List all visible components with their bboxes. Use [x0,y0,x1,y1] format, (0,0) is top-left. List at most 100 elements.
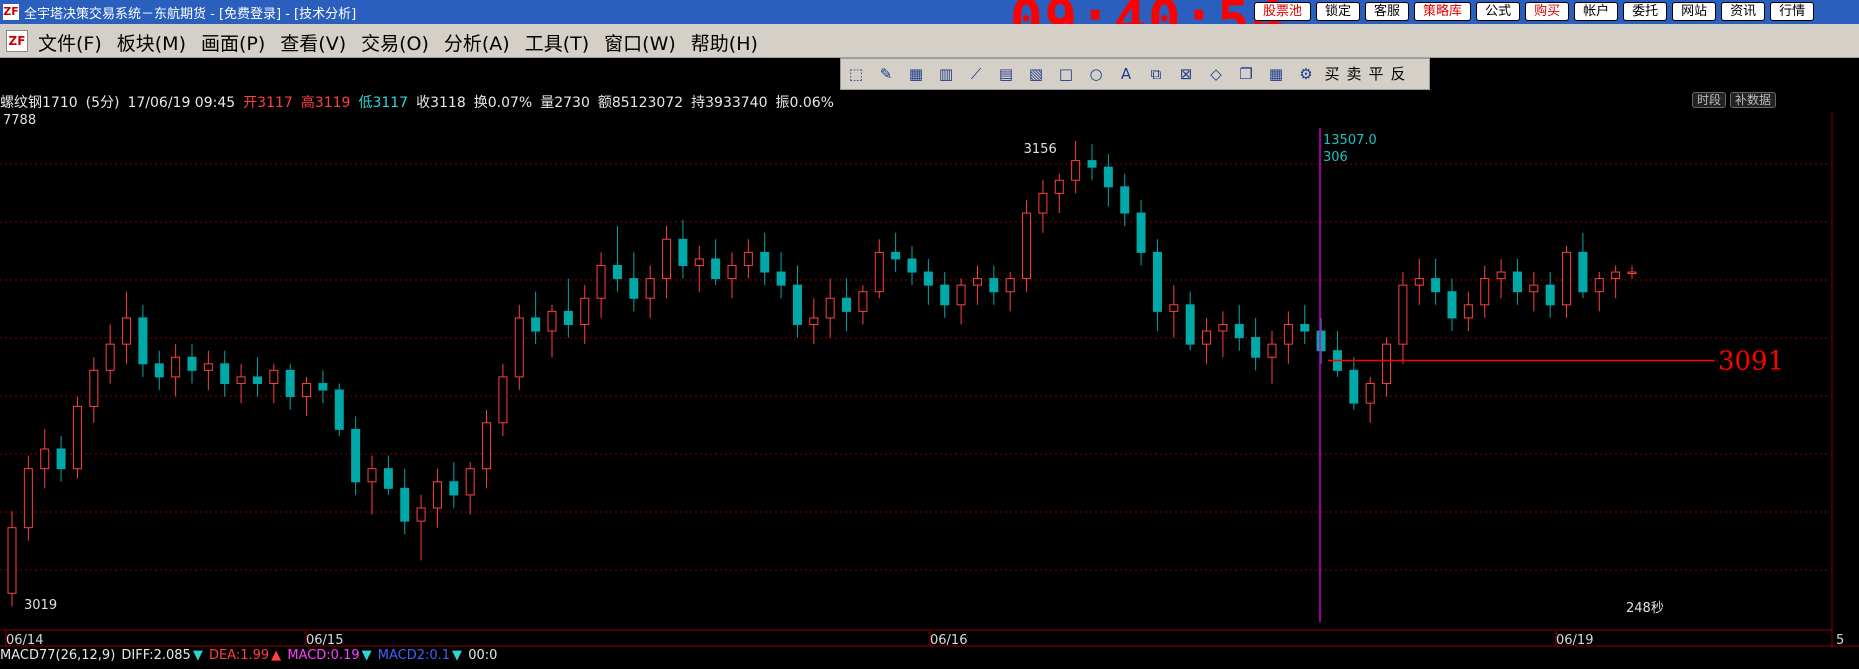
text-icon[interactable]: A [1111,59,1141,89]
candle-body [154,363,164,378]
grid-icon[interactable]: ▦ [901,59,931,89]
top-button[interactable]: 购买 [1525,2,1570,21]
menu-item[interactable]: 帮助(H) [691,29,758,56]
close-price: 收3118 [416,95,466,111]
trade-text-button[interactable]: 买 [1321,59,1343,89]
trade-text-button[interactable]: 反 [1387,59,1409,89]
candle-body [1382,343,1392,384]
candlestick-chart[interactable]: 13507.0 306 3091 3156 3019 248秒 06/14 06/15 06/1… [0,112,1859,648]
rect-icon[interactable]: □ [1051,59,1081,89]
candle-body [7,527,17,594]
top-button[interactable]: 股票池 [1254,2,1312,21]
candle-body [302,382,312,398]
menu-item[interactable]: 交易(O) [361,29,429,56]
candle-body [694,258,704,266]
date-label: 06/15 [306,633,343,648]
top-button[interactable]: 行情 [1770,2,1815,21]
candle-body [907,258,917,273]
copy-icon[interactable]: ❐ [1231,59,1261,89]
candle-body [105,343,115,371]
candle-body [1218,323,1228,332]
candle-body [645,278,655,299]
candle-body [138,317,148,365]
candle-body [1414,278,1424,286]
top-button[interactable]: 网站 [1672,2,1717,21]
datetime-label: 17/06/19 09:45 [127,95,236,111]
chart-control-button[interactable]: 时段 [1692,92,1727,108]
top-button-group: 股票池 锁定 客服 策略库 公式 购买 帐户 委托 网站 资讯 行情 [1254,2,1819,22]
top-button[interactable]: 客服 [1365,2,1410,21]
circle-icon[interactable]: ○ [1081,59,1111,89]
candle-body [1496,271,1506,280]
macd2-arrow: ▼ [452,648,463,663]
symbol-name: 螺纹钢1710 [0,95,78,111]
table-icon[interactable]: ▦ [1261,59,1291,89]
high-price: 高3119 [300,95,351,111]
candle-body [1152,251,1162,312]
menu-item[interactable]: 文件(F) [38,29,102,56]
top-button[interactable]: 锁定 [1316,2,1361,21]
candle-body [662,238,672,280]
candle-body [760,251,770,273]
window-title: 全宇塔决策交易系统－东航期货 - [免费登录] - [技术分析] [24,7,357,22]
candle-body [1480,278,1490,306]
volume-value: 量2730 [540,95,590,111]
candle-body [187,356,197,371]
menu-item[interactable]: 工具(T) [525,29,589,56]
candle-body [1251,337,1261,358]
candle-body [1038,192,1048,214]
candle-body [1234,323,1244,339]
date-label: 06/19 [1556,633,1593,648]
top-button[interactable]: 委托 [1623,2,1668,21]
candle-body [1300,323,1310,332]
candle-body [547,310,557,332]
amplitude-value: 振0.06% [775,95,834,111]
candle-body [1087,160,1097,168]
trade-text-button[interactable]: 卖 [1343,59,1365,89]
candle-body [56,448,66,470]
settings-icon[interactable]: ⚙ [1291,59,1321,89]
hold-value: 持3933740 [691,95,768,111]
menu-item[interactable]: 查看(V) [280,29,346,56]
dea-arrow: ▲ [271,648,282,663]
menu-item[interactable]: 窗口(W) [604,29,676,56]
app-logo-icon[interactable]: ZF [6,30,28,52]
cross-box-icon[interactable]: ⊠ [1171,59,1201,89]
menu-item[interactable]: 画面(P) [201,29,265,56]
top-button[interactable]: 公式 [1476,2,1521,21]
pen-icon[interactable]: ✎ [871,59,901,89]
candle-body [514,317,524,378]
candle-body [1071,160,1081,181]
pattern-icon[interactable]: ▧ [1021,59,1051,89]
candle-body [1349,369,1359,404]
candle-body [874,251,884,293]
top-button[interactable]: 资讯 [1721,2,1766,21]
candle-body [482,422,492,470]
menu-item[interactable]: 分析(A) [444,29,510,56]
top-button[interactable]: 策略库 [1414,2,1472,21]
columns-icon[interactable]: ▥ [931,59,961,89]
candle-body [318,382,328,391]
menu-item[interactable]: 板块(M) [117,29,186,56]
candle-body [449,481,459,496]
chart-control-button[interactable]: 补数据 [1730,92,1777,108]
open-price: 开3117 [243,95,293,111]
macd2-value: MACD2:0.1 [377,648,451,663]
select-icon[interactable]: ⬚ [841,59,871,89]
menu-items: 文件(F) 板块(M) 画面(P) 查看(V) 交易(O) 分析(A) 工具(T) 窗口(W)… [38,29,773,56]
candle-body [1512,271,1522,293]
candle-body [72,405,82,470]
dea-value: DEA:1.99 [208,648,270,663]
layers-icon[interactable]: ⧉ [1141,59,1171,89]
bars-icon[interactable]: ▤ [991,59,1021,89]
candle-body [1447,291,1457,319]
candle-body [1185,304,1195,345]
trend-icon[interactable]: ⟋ [961,59,991,89]
amount-value: 额85123072 [597,95,684,111]
eraser-icon[interactable]: ◇ [1201,59,1231,89]
candle-body [1431,278,1441,293]
candle-body [989,278,999,293]
candle-body [809,317,819,325]
trade-text-button[interactable]: 平 [1365,59,1387,89]
top-button[interactable]: 帐户 [1574,2,1619,21]
